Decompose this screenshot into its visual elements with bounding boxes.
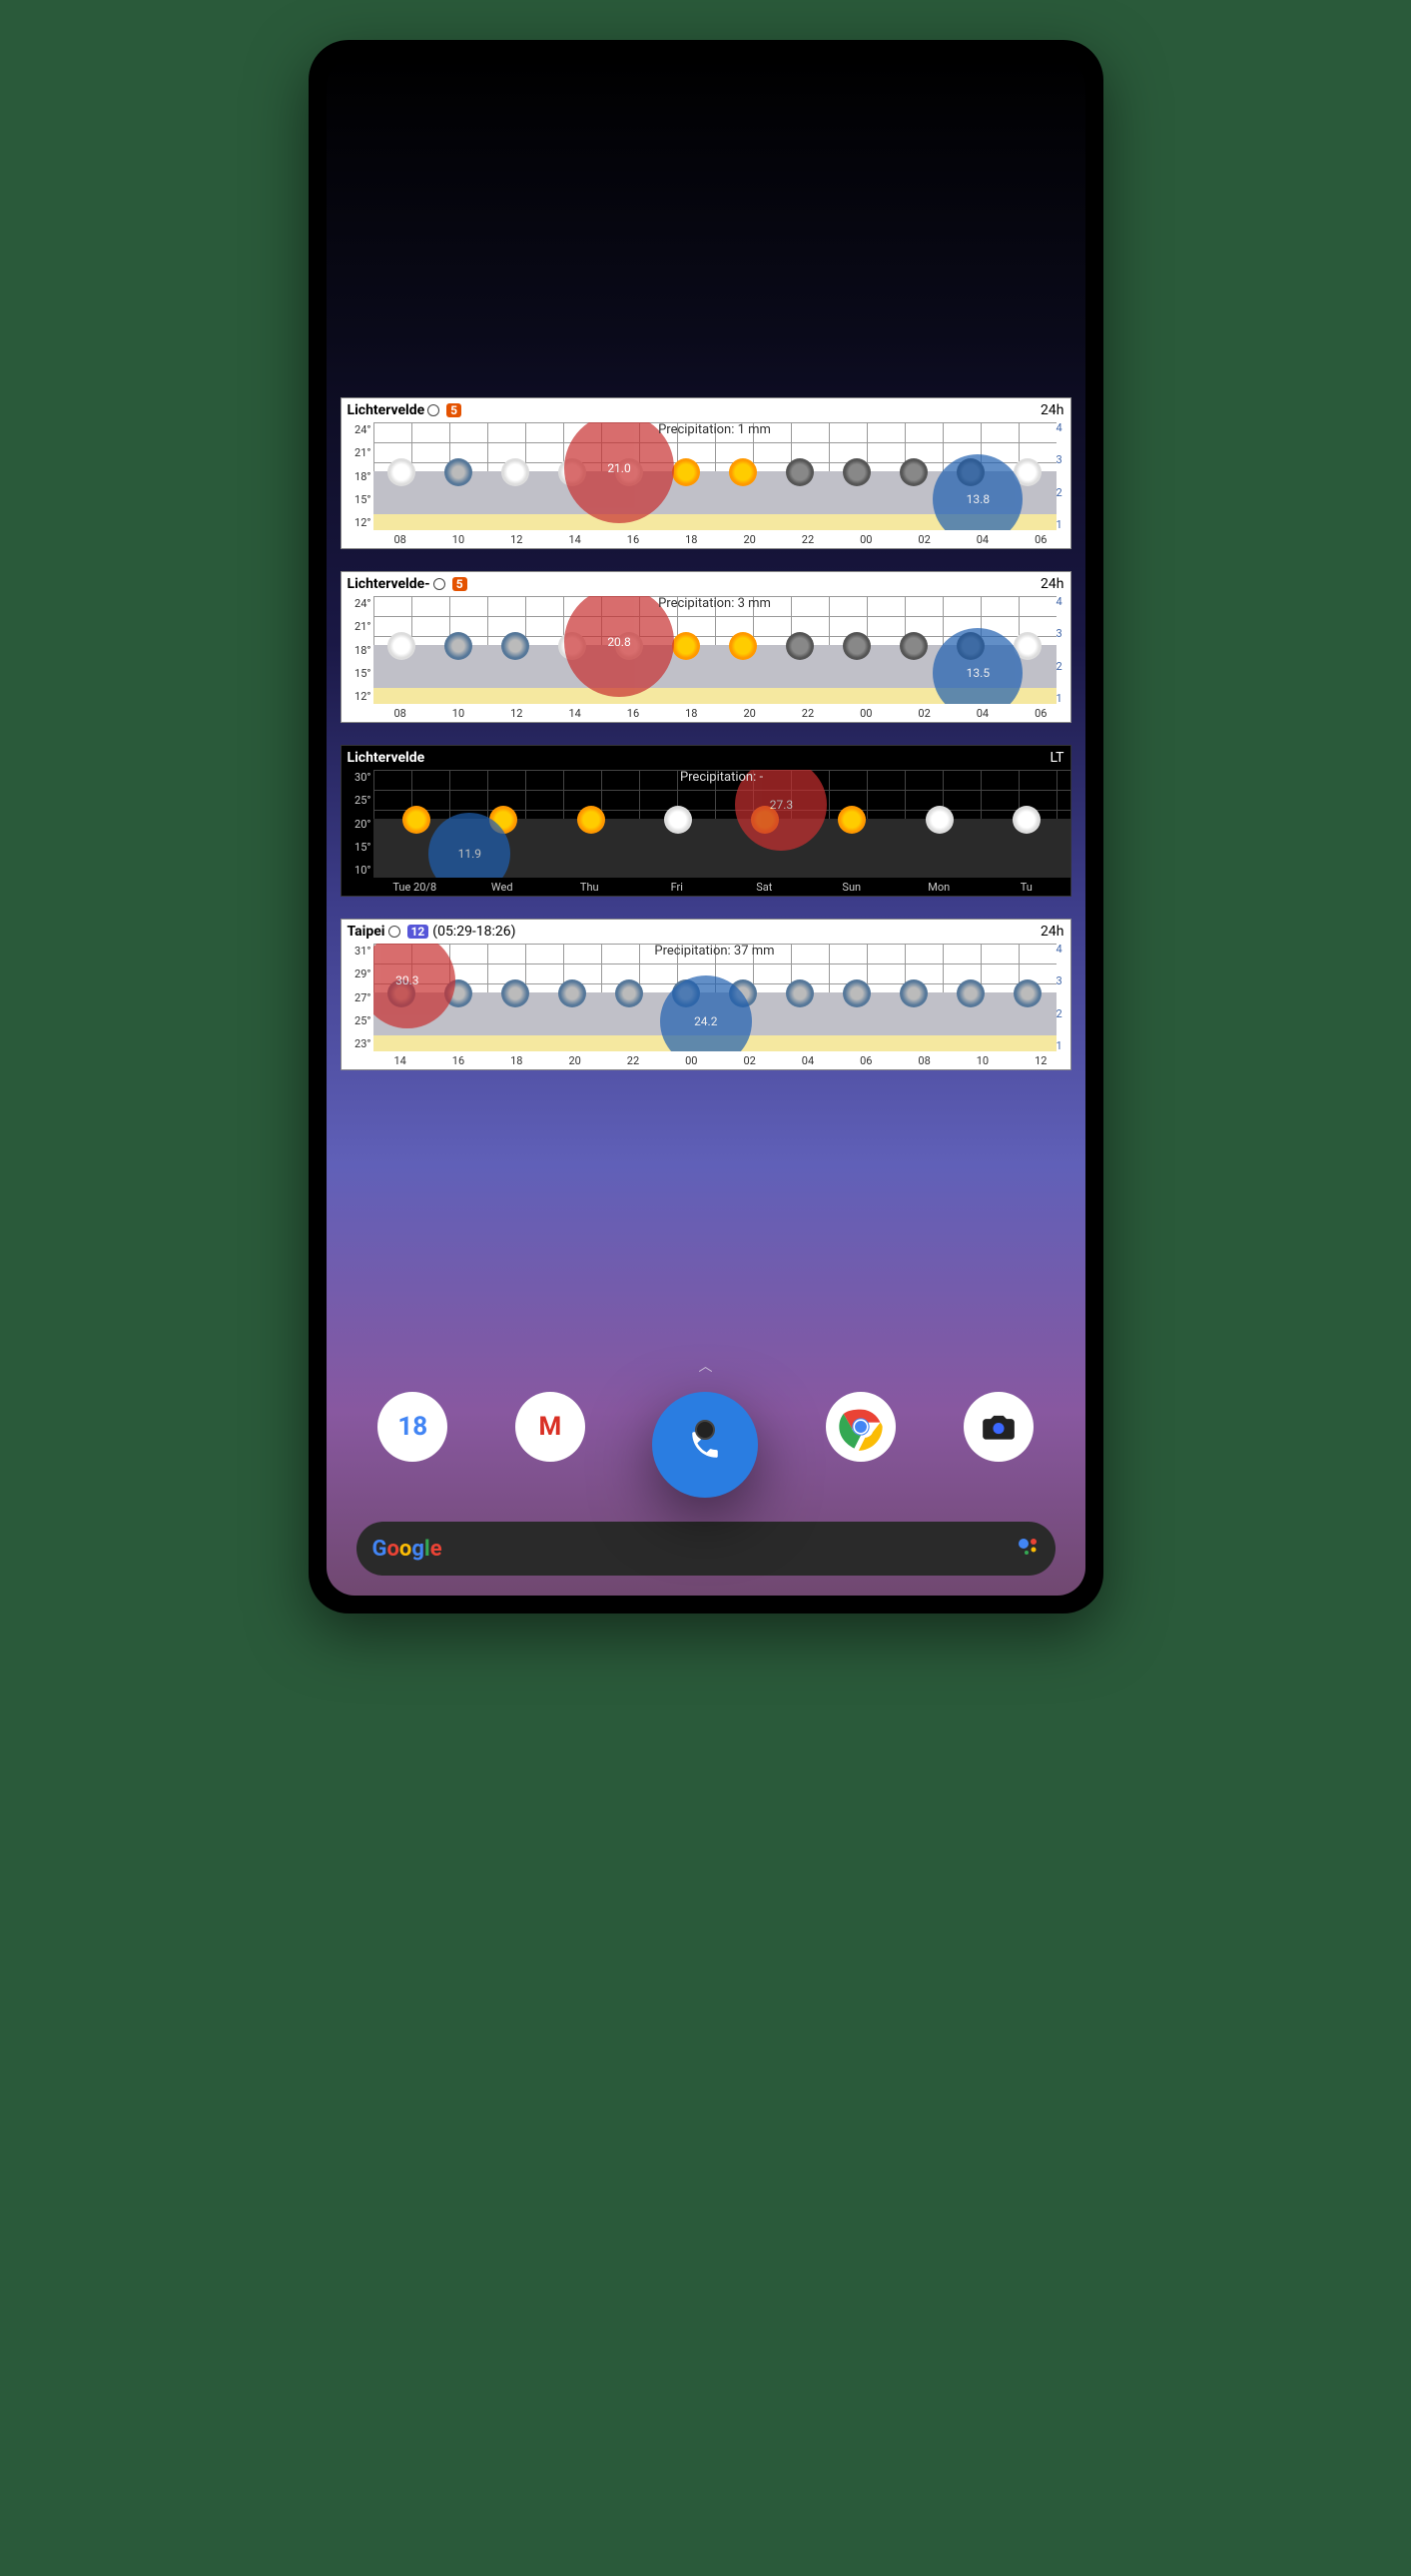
x-axis: 081012141618202200020406: [342, 704, 1070, 722]
camera-icon: [980, 1408, 1018, 1446]
status-circle: [433, 578, 445, 590]
phone-icon: [688, 1428, 722, 1462]
gmail-icon: M: [539, 1412, 562, 1442]
y-axis: 24°21°18°15°12°: [342, 596, 373, 704]
rain-icon: [558, 979, 586, 1007]
y-axis: 30°25°20°15°10°: [342, 770, 373, 878]
google-logo: Google: [372, 1537, 442, 1562]
moon-icon: [786, 458, 814, 486]
rain-icon: [900, 979, 928, 1007]
chart-area: Precipitation: 37 mm 30.3 24.2: [373, 944, 1057, 1051]
cloud-icon: [387, 632, 415, 660]
rain-icon: [843, 979, 871, 1007]
y-axis: 31°29°27°25°23°: [342, 944, 373, 1051]
precip-label: Precipitation: 3 mm: [658, 596, 771, 611]
chrome-icon: [835, 1401, 887, 1453]
uv-badge: 5: [452, 577, 467, 591]
cloud-icon: [926, 806, 954, 834]
phone-app[interactable]: [652, 1392, 758, 1498]
status-circle: [427, 404, 439, 416]
precip-label: Precipitation: -: [680, 770, 763, 785]
widget-header: Lichtervelde - 5 24h: [342, 572, 1070, 596]
rain-icon: [786, 979, 814, 1007]
rain-icon: [444, 632, 472, 660]
chart-area: Precipitation: - 27.3 11.9: [373, 770, 1070, 878]
calendar-date: 18: [397, 1412, 427, 1442]
period-label: 24h: [1041, 576, 1063, 592]
home-screen[interactable]: Lichtervelde 5 24h 24°21°18°15°12° Precip…: [327, 58, 1085, 1596]
moon-icon: [900, 458, 928, 486]
cloud-icon: [387, 458, 415, 486]
rain-icon: [501, 632, 529, 660]
status-circle: [388, 926, 400, 938]
app-drawer-arrow[interactable]: ︿: [327, 1356, 1085, 1376]
sun-times: (05:29-18:26): [432, 924, 515, 940]
sun-icon: [672, 458, 700, 486]
rain-icon: [957, 979, 985, 1007]
weather-widget-2[interactable]: Lichtervelde LT 30°25°20°15°10° Precipit…: [341, 745, 1071, 897]
location-name: Taipei: [348, 924, 385, 940]
moon-icon: [843, 458, 871, 486]
period-label: LT: [1050, 750, 1063, 766]
sun-icon: [672, 632, 700, 660]
rain-icon: [444, 458, 472, 486]
dock: 18 M: [327, 1382, 1085, 1508]
sun-icon: [729, 632, 757, 660]
phone-frame: Lichtervelde 5 24h 24°21°18°15°12° Precip…: [309, 40, 1103, 1613]
chrome-app[interactable]: [826, 1392, 896, 1462]
location-name: Lichtervelde: [348, 576, 425, 592]
moon-icon: [900, 632, 928, 660]
sun-icon: [838, 806, 866, 834]
x-axis: Tue 20/8WedThuFriSatSunMonTu: [342, 878, 1070, 896]
period-label: 24h: [1041, 924, 1063, 940]
chart-area: Precipitation: 3 mm 20.8 13.5: [373, 596, 1057, 704]
widget-header: Lichtervelde LT: [342, 746, 1070, 770]
rain-icon: [1014, 979, 1042, 1007]
cloud-icon: [501, 458, 529, 486]
precip-label: Precipitation: 1 mm: [658, 422, 771, 437]
google-search-bar[interactable]: Google: [356, 1522, 1056, 1576]
camera-app[interactable]: [964, 1392, 1034, 1462]
period-label: 24h: [1041, 402, 1063, 418]
sun-icon: [402, 806, 430, 834]
weather-widget-3[interactable]: Taipei 12 (05:29-18:26) 24h 31°29°27°25°2…: [341, 919, 1071, 1070]
rain-icon: [501, 979, 529, 1007]
right-axis: 4321: [1057, 422, 1070, 530]
weather-widget-0[interactable]: Lichtervelde 5 24h 24°21°18°15°12° Precip…: [341, 397, 1071, 549]
uv-badge: 5: [446, 403, 461, 417]
moon-icon: [843, 632, 871, 660]
precip-label: Precipitation: 37 mm: [654, 944, 774, 959]
right-axis: 4321: [1057, 944, 1070, 1051]
rain-icon: [615, 979, 643, 1007]
calendar-app[interactable]: 18: [377, 1392, 447, 1462]
cloud-icon: [664, 806, 692, 834]
x-axis: 141618202200020406081012: [342, 1051, 1070, 1069]
widget-header: Taipei 12 (05:29-18:26) 24h: [342, 920, 1070, 944]
x-axis: 081012141618202200020406: [342, 530, 1070, 548]
widget-header: Lichtervelde 5 24h: [342, 398, 1070, 422]
uv-badge: 12: [407, 925, 429, 939]
location-name: Lichtervelde: [348, 750, 425, 766]
location-name: Lichtervelde: [348, 402, 425, 418]
widget-area: Lichtervelde 5 24h 24°21°18°15°12° Precip…: [327, 377, 1085, 1356]
right-axis: 4321: [1057, 596, 1070, 704]
gmail-app[interactable]: M: [515, 1392, 585, 1462]
sun-icon: [729, 458, 757, 486]
moon-icon: [786, 632, 814, 660]
sun-icon: [577, 806, 605, 834]
assistant-icon[interactable]: [1018, 1536, 1040, 1562]
weather-widget-1[interactable]: Lichtervelde - 5 24h 24°21°18°15°12° Pre…: [341, 571, 1071, 723]
cloud-icon: [1013, 806, 1041, 834]
chart-area: Precipitation: 1 mm 21.0 13.8: [373, 422, 1057, 530]
y-axis: 24°21°18°15°12°: [342, 422, 373, 530]
